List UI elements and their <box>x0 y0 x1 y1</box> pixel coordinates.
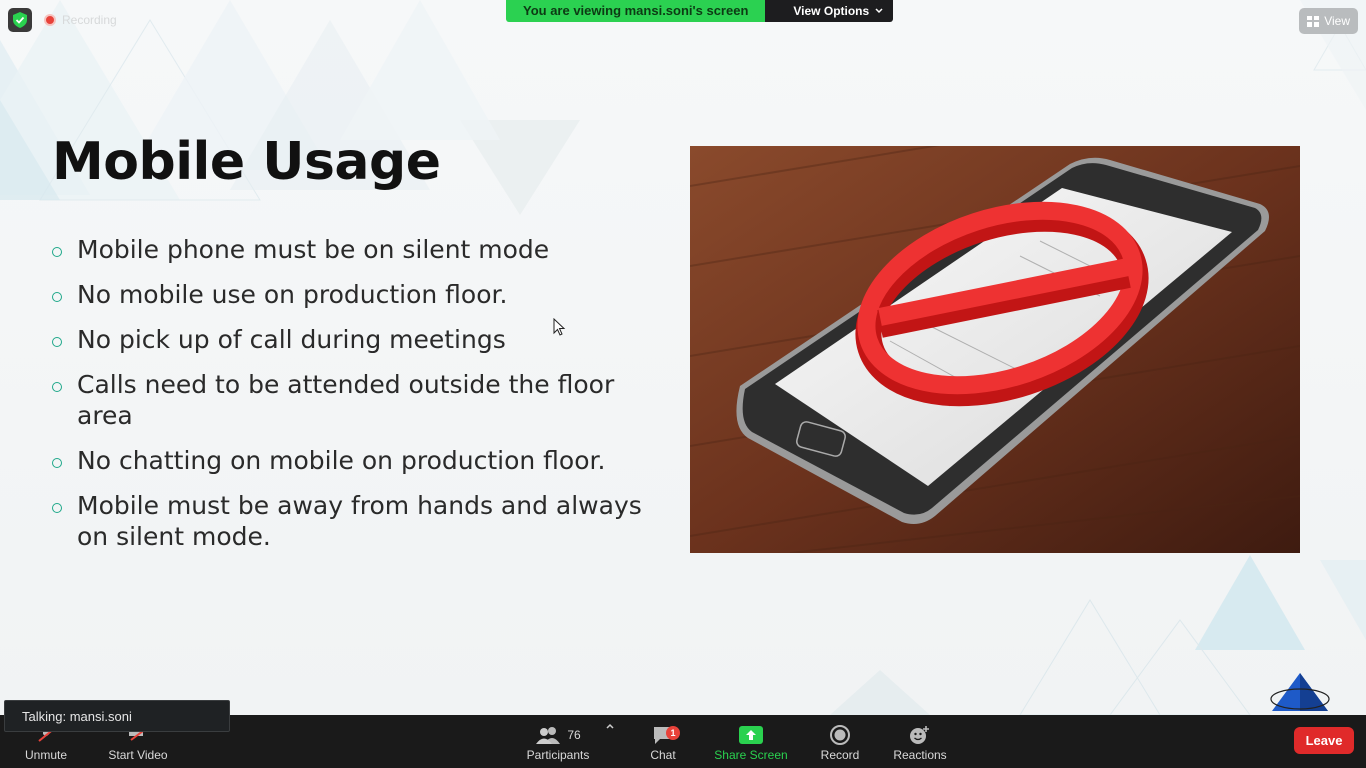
phone-prohibited-image <box>690 146 1300 553</box>
bullet-item: No mobile use on production floor. <box>52 279 652 310</box>
record-icon <box>830 724 850 746</box>
participants-count: 76 <box>567 728 581 742</box>
unmute-label: Unmute <box>24 748 68 762</box>
meeting-top-left: Recording <box>8 8 117 32</box>
bullet-icon <box>52 503 62 513</box>
viewing-screen-text: You are viewing mansi.soni's screen <box>506 0 766 22</box>
chat-badge: 1 <box>666 726 680 740</box>
mouse-cursor-icon <box>553 318 566 336</box>
bullet-text: Calls need to be attended outside the fl… <box>77 370 615 430</box>
bullet-icon <box>52 458 62 468</box>
bullet-text: Mobile must be away from hands and alway… <box>77 491 642 551</box>
bullet-item: Mobile phone must be on silent mode <box>52 234 652 265</box>
start-video-label: Start Video <box>108 748 168 762</box>
reactions-button[interactable]: Reactions <box>892 715 948 768</box>
bullet-item: No chatting on mobile on production floo… <box>52 445 652 476</box>
chat-button[interactable]: 1 Chat <box>646 715 680 768</box>
bullet-icon <box>52 247 62 257</box>
share-screen-button[interactable]: Share Screen <box>714 715 788 768</box>
bullet-item: Mobile must be away from hands and alway… <box>52 490 652 552</box>
no-phone-photo <box>690 146 1300 553</box>
security-shield-icon[interactable] <box>8 8 32 32</box>
participants-button[interactable]: 76 Participants <box>524 715 592 768</box>
participants-label: Participants <box>526 748 590 762</box>
bullet-text: Mobile phone must be on silent mode <box>77 235 550 264</box>
chat-label: Chat <box>650 748 676 762</box>
view-options-label: View Options <box>793 4 870 18</box>
bullet-text: No pick up of call during meetings <box>77 325 506 354</box>
recording-indicator[interactable]: Recording <box>44 13 117 27</box>
participants-icon <box>536 727 561 744</box>
view-label: View <box>1324 14 1350 28</box>
record-label: Record <box>820 748 860 762</box>
view-options-button[interactable]: View Options <box>765 0 894 22</box>
share-screen-icon <box>739 724 763 746</box>
bullet-text: No chatting on mobile on production floo… <box>77 446 606 475</box>
participants-menu-arrow[interactable] <box>603 715 617 768</box>
talking-indicator: Talking: mansi.soni <box>4 700 230 732</box>
bullet-icon <box>52 382 62 392</box>
recording-dot-icon <box>44 14 56 26</box>
bullet-icon <box>52 337 62 347</box>
slide-title: Mobile Usage <box>52 132 441 192</box>
bullet-icon <box>52 292 62 302</box>
screen-share-banner: You are viewing mansi.soni's screen View… <box>506 0 894 22</box>
bullet-list: Mobile phone must be on silent mode No m… <box>52 234 652 566</box>
view-button[interactable]: View <box>1299 8 1358 34</box>
company-logo <box>1270 673 1330 711</box>
reactions-label: Reactions <box>893 748 947 762</box>
shared-slide: Mobile Usage Mobile phone must be on sil… <box>0 0 1366 715</box>
reactions-icon <box>909 724 931 746</box>
chevron-up-icon <box>606 723 614 729</box>
record-button[interactable]: Record <box>816 715 864 768</box>
bullet-item: Calls need to be attended outside the fl… <box>52 369 652 431</box>
leave-button[interactable]: Leave <box>1294 727 1354 754</box>
chevron-down-icon <box>875 8 883 14</box>
share-screen-label: Share Screen <box>714 748 788 762</box>
grid-view-icon <box>1307 15 1320 27</box>
recording-label: Recording <box>62 13 117 27</box>
bullet-text: No mobile use on production floor. <box>77 280 508 309</box>
